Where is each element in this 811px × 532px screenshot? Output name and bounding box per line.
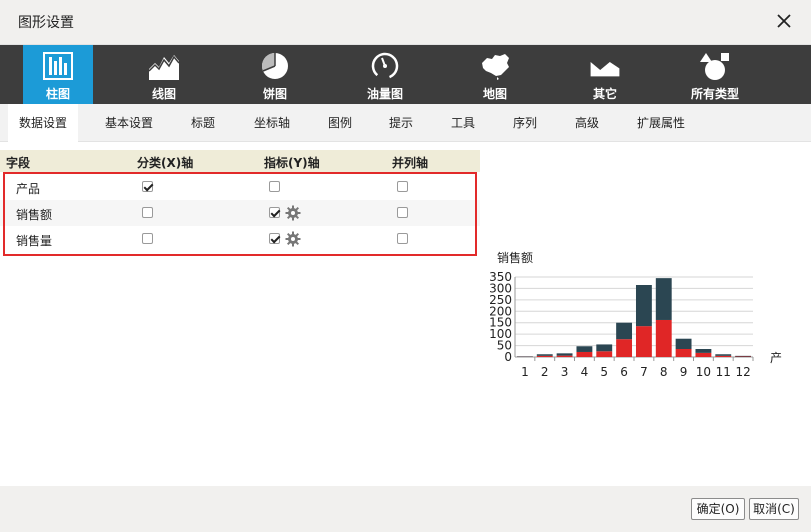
gear-icon[interactable] [285,231,301,247]
cancel-button[interactable]: 取消(C) [749,498,799,520]
chart-x-tick-label: 4 [581,365,589,379]
metric-axis-checkbox[interactable] [269,233,280,244]
field-name: 销售额 [16,208,53,222]
chart-bar [596,344,613,352]
chart-type-all[interactable]: 所有类型 [680,45,750,104]
gear-icon[interactable] [285,205,301,221]
chart-bar [635,326,652,357]
chart-type-toolbar: 柱图 线图 饼图 油量图 地图 其它 所有类型 [0,45,811,104]
map-icon [482,54,509,80]
tab-basic-settings[interactable]: 基本设置 [97,104,161,142]
header-metric-axis: 指标(Y)轴 [264,156,320,170]
field-name: 销售量 [16,234,53,248]
line-chart-icon [148,55,180,80]
chart-type-other[interactable]: 其它 [570,45,640,104]
chart-preview: 0 50 100 150 200 250 300 350 1 2 3 4 5 6 7 8 9 10 11 12 销售额… [490,242,790,392]
category-axis-checkbox[interactable] [142,207,153,218]
chart-bar [695,349,712,353]
tab-tooltip[interactable]: 提示 [381,104,421,142]
chart-type-bar[interactable]: 柱图 [23,45,93,104]
pie-chart-icon [262,53,288,79]
chart-bar [616,339,633,357]
header-field: 字段 [6,156,31,170]
chart-type-label: 其它 [592,87,617,101]
settings-tabs: 数据设置 基本设置 标题 坐标轴 图例 提示 工具 序列 高级 扩展属性 [0,104,811,142]
chart-x-label: 产 [770,351,783,365]
close-icon[interactable] [773,10,795,32]
chart-y-tick-label: 350 [490,270,512,284]
parallel-axis-checkbox[interactable] [397,207,408,218]
chart-type-label: 地图 [482,87,507,101]
chart-bar [635,285,652,327]
dialog-titlebar: 图形设置 [0,0,811,45]
chart-x-tick-label: 3 [561,365,569,379]
chart-x-tick-label: 8 [660,365,668,379]
chart-type-label: 所有类型 [690,87,739,101]
metric-axis-checkbox[interactable] [269,181,280,192]
chart-bar [715,355,732,357]
chart-x-tick-label: 5 [600,365,608,379]
bar-chart-icon [43,52,73,80]
header-parallel-axis: 并列轴 [392,156,429,170]
chart-type-pie[interactable]: 饼图 [240,45,310,104]
field-name: 产品 [16,182,41,196]
shapes-icon [700,53,729,80]
chart-type-label: 线图 [151,87,176,101]
chart-bar [576,351,593,357]
chart-x-tick-label: 1 [521,365,529,379]
chart-bar [556,355,573,357]
tab-legend[interactable]: 图例 [320,104,360,142]
chart-bar [655,278,672,320]
ok-button[interactable]: 确定(O) [691,498,745,520]
field-table-header: 字段 分类(X)轴 指标(Y)轴 并列轴 [0,150,480,172]
chart-preview-svg: 0501001502002503003501 2 3 4 5 6 7 8 9 10 11 12 [490,270,754,379]
tab-advanced[interactable]: 高级 [567,104,607,142]
chart-bar [715,354,732,356]
chart-bar [675,338,692,349]
chart-bar [735,355,752,357]
chart-x-tick-label: 12 [735,365,750,379]
tab-tools[interactable]: 工具 [443,104,483,142]
parallel-axis-checkbox[interactable] [397,233,408,244]
chart-bar [576,346,593,352]
chart-x-tick-label: 9 [680,365,688,379]
tab-extended-properties[interactable]: 扩展属性 [630,104,692,142]
field-row-sales-volume: 销售量 [0,226,480,252]
dialog-title: 图形设置 [18,15,74,31]
chart-bar [616,322,633,340]
chart-type-label: 饼图 [262,87,287,101]
chart-x-tick-label: 2 [541,365,549,379]
chart-type-line[interactable]: 线图 [129,45,199,104]
chart-x-tick-label: 6 [620,365,628,379]
chart-bar [556,353,573,356]
category-axis-checkbox[interactable] [142,233,153,244]
chart-type-gauge[interactable]: 油量图 [350,45,420,104]
chart-bar [596,351,613,357]
chart-type-map[interactable]: 地图 [460,45,530,104]
chart-bar [536,354,553,356]
chart-bar [536,355,553,357]
tab-axis[interactable]: 坐标轴 [247,104,297,142]
area-chart-icon [590,62,620,77]
parallel-axis-checkbox[interactable] [397,181,408,192]
chart-bar [655,319,672,357]
chart-bar [695,352,712,357]
header-category-axis: 分类(X)轴 [137,156,194,170]
gauge-icon [371,52,399,80]
metric-axis-checkbox[interactable] [269,207,280,218]
chart-x-tick-label: 7 [640,365,648,379]
chart-bar [675,349,692,357]
chart-type-label: 油量图 [366,87,403,101]
field-row-sales-amount: 销售额 [0,200,480,226]
tab-title[interactable]: 标题 [183,104,223,142]
category-axis-checkbox[interactable] [142,181,153,192]
tab-data-settings[interactable]: 数据设置 [8,104,78,142]
chart-x-tick-label: 10 [696,365,711,379]
field-row-product: 产品 [0,174,480,200]
tab-series[interactable]: 序列 [505,104,545,142]
chart-x-tick-label: 11 [716,365,731,379]
chart-y-label: 销售额 [497,251,534,265]
dialog-footer: 确定(O) 取消(C) [0,486,811,532]
chart-type-label: 柱图 [45,87,70,101]
